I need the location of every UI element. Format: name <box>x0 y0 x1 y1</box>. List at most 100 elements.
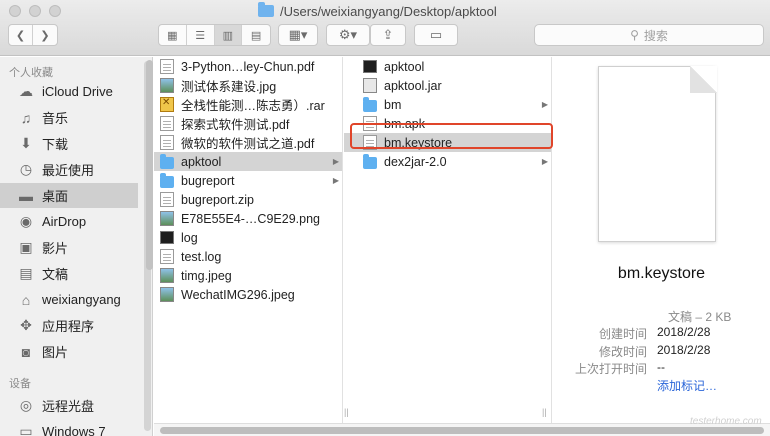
list-item[interactable]: E78E55E4-…C9E29.png <box>154 209 332 228</box>
gallery-view-button[interactable]: ▤ <box>242 25 270 45</box>
folder-icon <box>363 96 377 112</box>
column1-scrollbar[interactable] <box>146 60 153 270</box>
desktop-icon: ▬ <box>19 187 33 204</box>
list-item[interactable]: bugreport.zip <box>154 190 332 209</box>
horizontal-scroll-thumb[interactable] <box>160 427 764 434</box>
sidebar-item-home[interactable]: ⌂ weixiangyang <box>0 287 138 312</box>
sidebar-item-downloads[interactable]: ⬇ 下载 <box>0 131 138 156</box>
file-name: E78E55E4-…C9E29.png <box>181 211 320 226</box>
file-name: 全栈性能测…陈志勇）.rar <box>181 99 325 113</box>
preview-kind-size: 文稿 – 2 KB <box>668 310 732 324</box>
file-name: bm <box>384 97 402 112</box>
list-item[interactable]: 测试体系建设.jpg <box>154 76 332 95</box>
add-tags-link[interactable]: 添加标记… <box>657 377 717 394</box>
sidebar-item-label: 远程光盘 <box>42 399 95 414</box>
selection-highlight-box <box>350 123 553 149</box>
search-placeholder: 搜索 <box>643 28 668 43</box>
sidebar-item-label: 文稿 <box>42 267 69 282</box>
sidebar-item-windows-7[interactable]: ▭ Windows 7 <box>0 419 138 436</box>
image-file-icon <box>160 211 174 226</box>
list-item[interactable]: timg.jpeg <box>154 266 332 285</box>
file-name: timg.jpeg <box>181 268 232 283</box>
meta-value-created: 2018/2/28 <box>657 325 711 339</box>
home-icon: ⌂ <box>21 291 31 308</box>
music-icon: ♫ <box>20 109 32 126</box>
icon-view-button[interactable]: ▦ <box>159 25 187 45</box>
file-name: 微软的软件测试之道.pdf <box>181 137 315 151</box>
sidebar-item-recents[interactable]: ◷ 最近使用 <box>0 157 138 182</box>
column-resize-handle[interactable]: || <box>344 407 349 417</box>
disk-icon: ▭ <box>19 423 33 436</box>
list-item[interactable]: bm ▶ <box>344 95 551 114</box>
clock-icon: ◷ <box>19 161 33 177</box>
list-item[interactable]: apktool.jar <box>344 76 551 95</box>
image-file-icon <box>160 268 174 283</box>
group-by-button[interactable]: ▦▾ <box>278 24 318 46</box>
list-item[interactable]: bugreport ▶ <box>154 171 342 190</box>
column-resize-handle[interactable]: || <box>542 407 547 417</box>
sidebar: 个人收藏 ☁ iCloud Drive ♫ 音乐 ⬇ 下载 ◷ 最近使用 ▬ 桌… <box>0 57 153 436</box>
sidebar-item-label: weixiangyang <box>42 292 121 307</box>
list-item[interactable]: 3-Python…ley-Chun.pdf <box>154 57 332 76</box>
window-title: /Users/weixiangyang/Desktop/apktool <box>258 2 497 19</box>
list-item-selected[interactable]: apktool ▶ <box>154 152 342 171</box>
file-name: 探索式软件测试.pdf <box>181 118 290 132</box>
sidebar-item-desktop[interactable]: ▬ 桌面 <box>0 183 138 208</box>
folder-icon <box>258 2 274 17</box>
meta-value-modified: 2018/2/28 <box>657 343 711 357</box>
list-item[interactable]: log <box>154 228 332 247</box>
back-button[interactable]: ❮ <box>9 25 33 45</box>
list-item[interactable]: 微软的软件测试之道.pdf <box>154 133 332 152</box>
archive-file-icon <box>160 97 174 112</box>
list-item[interactable]: test.log <box>154 247 332 266</box>
preview-filename: bm.keystore <box>617 265 706 282</box>
list-view-button[interactable]: ☰ <box>187 25 215 45</box>
sidebar-item-movies[interactable]: ▣ 影片 <box>0 235 138 260</box>
airdrop-icon: ◉ <box>19 213 33 229</box>
forward-button[interactable]: ❯ <box>33 25 57 45</box>
list-item[interactable]: dex2jar-2.0 ▶ <box>344 152 551 171</box>
document-icon: ▤ <box>19 265 33 281</box>
search-icon: ⚲ <box>630 28 639 42</box>
disclosure-arrow-icon: ▶ <box>541 100 548 109</box>
pdf-file-icon <box>160 59 174 74</box>
file-name: dex2jar-2.0 <box>384 154 447 169</box>
path-title: /Users/weixiangyang/Desktop/apktool <box>280 3 497 19</box>
text-file-icon <box>160 249 174 264</box>
sidebar-item-music[interactable]: ♫ 音乐 <box>0 105 138 130</box>
apps-icon: ✥ <box>20 317 32 333</box>
folder-icon <box>363 153 377 169</box>
list-item[interactable]: apktool <box>344 57 551 76</box>
list-item[interactable]: WechatIMG296.jpeg <box>154 285 332 304</box>
list-item[interactable]: 全栈性能测…陈志勇）.rar <box>154 95 332 114</box>
search-field[interactable]: ⚲ 搜索 <box>534 24 764 46</box>
sidebar-item-pictures[interactable]: ◙ 图片 <box>0 339 138 364</box>
file-name: apktool <box>384 59 425 74</box>
zoom-window-button[interactable] <box>49 5 61 17</box>
tag-icon: ▭ <box>429 27 443 42</box>
sidebar-item-label: iCloud Drive <box>42 84 113 99</box>
minimize-window-button[interactable] <box>29 5 41 17</box>
sidebar-item-label: 影片 <box>42 241 69 256</box>
film-icon: ▣ <box>19 239 33 255</box>
file-name: bugreport <box>181 173 235 188</box>
share-button[interactable]: ⇪ <box>370 24 406 46</box>
sidebar-item-applications[interactable]: ✥ 应用程序 <box>0 313 138 338</box>
gallery-icon: ▤ <box>250 29 262 42</box>
sidebar-item-remote-disc[interactable]: ◎ 远程光盘 <box>0 393 138 418</box>
action-button[interactable]: ⚙▾ <box>326 24 370 46</box>
gear-icon: ⚙▾ <box>338 27 358 42</box>
column-view-button[interactable]: ▥ <box>214 25 243 45</box>
horizontal-scrollbar[interactable] <box>154 423 770 436</box>
columns-icon: ▥ <box>222 29 234 42</box>
tags-button[interactable]: ▭ <box>414 24 458 46</box>
sidebar-item-documents[interactable]: ▤ 文稿 <box>0 261 138 286</box>
file-name: test.log <box>181 249 222 264</box>
zip-file-icon <box>160 192 174 207</box>
meta-value-last-opened: -- <box>657 360 665 374</box>
list-item[interactable]: 探索式软件测试.pdf <box>154 114 332 133</box>
grid-icon: ▦ <box>167 29 178 42</box>
close-window-button[interactable] <box>9 5 21 17</box>
sidebar-item-icloud-drive[interactable]: ☁ iCloud Drive <box>0 79 138 104</box>
sidebar-item-airdrop[interactable]: ◉ AirDrop <box>0 209 138 234</box>
